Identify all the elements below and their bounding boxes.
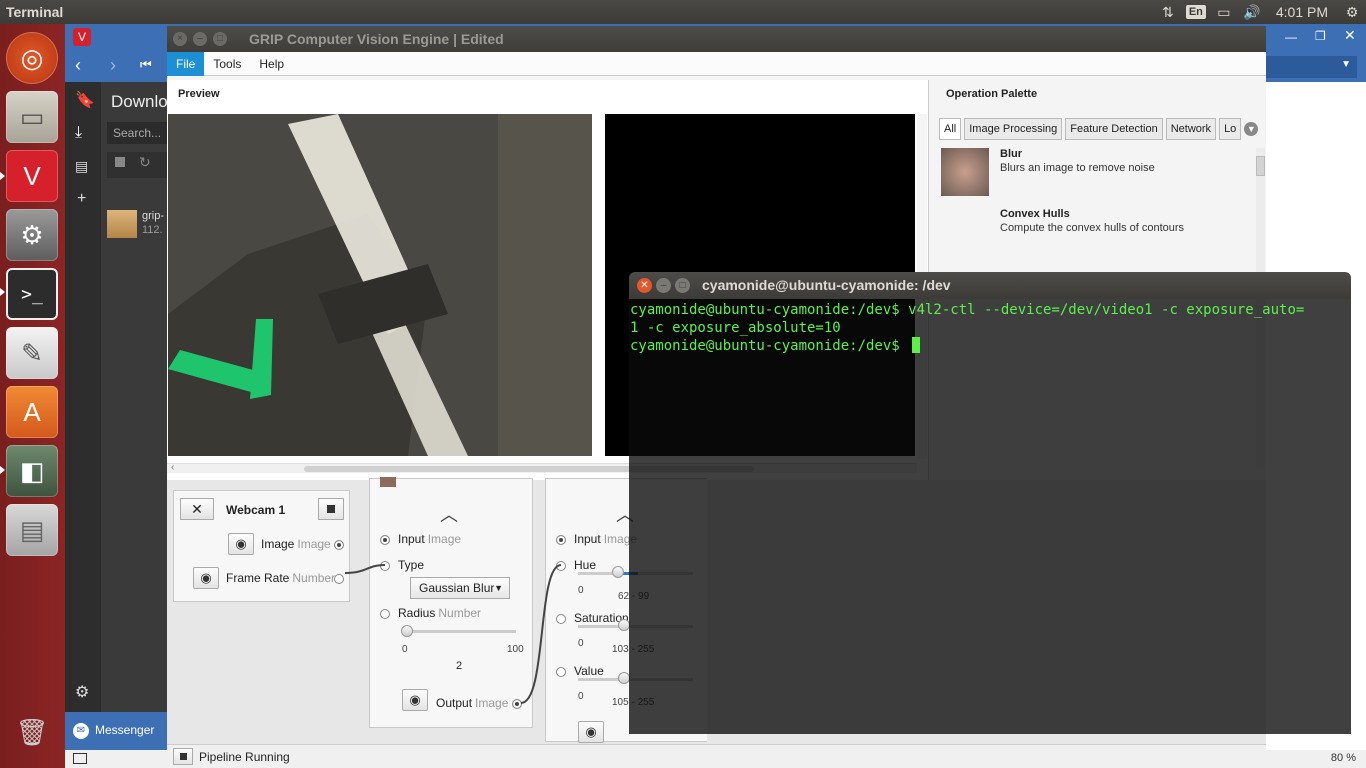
downloads-panel: Downlo Search... ↻ grip- 112. (101, 82, 168, 712)
window-title: GRIP Computer Vision Engine | Edited (249, 31, 504, 47)
tab-image-processing[interactable]: Image Processing (964, 118, 1063, 140)
stop-icon[interactable] (115, 157, 125, 167)
operation-name: Blur (1000, 148, 1022, 160)
menu-help[interactable]: Help (250, 52, 293, 76)
grip-statusbar: Pipeline Running (167, 744, 1266, 768)
close-icon[interactable]: ✕ (1344, 27, 1356, 44)
download-file-name[interactable]: grip- (142, 210, 164, 222)
panel-title: Downlo (111, 92, 168, 111)
settings-icon[interactable]: ⚙ (75, 682, 89, 702)
terminal-prompt-line: cyamonide@ubuntu-cyamonide:/dev$ (630, 337, 1350, 355)
top-panel: Terminal ⇅ En ▭ 🔊 4:01 PM ⚙ (0, 0, 1366, 24)
close-button[interactable]: × (173, 32, 187, 46)
maximize-icon[interactable]: ❐ (1315, 29, 1326, 43)
tab-logical[interactable]: Lo (1219, 118, 1242, 140)
terminal-cursor (912, 337, 921, 353)
palette-tabs: All Image Processing Feature Detection N… (939, 118, 1259, 140)
messenger-icon: ✉ (73, 723, 89, 739)
terminal-line: cyamonide@ubuntu-cyamonide:/dev$ v4l2-ct… (630, 302, 1305, 318)
cube-app-icon[interactable]: ◧ (6, 445, 58, 497)
download-file-size: 112. (142, 224, 163, 236)
rewind-icon[interactable]: ⏮ (140, 57, 152, 73)
maximize-icon[interactable]: □ (675, 278, 690, 293)
bookmark-icon[interactable]: 🔖 (75, 90, 95, 110)
downloads-search-input[interactable]: Search... (107, 122, 167, 144)
operation-blur[interactable]: Blur Blurs an image to remove noise (941, 146, 1251, 202)
minimize-button[interactable]: – (193, 32, 207, 46)
stop-icon (180, 753, 187, 760)
connection-blur-hsv (520, 564, 562, 704)
close-icon[interactable]: ✕ (637, 278, 652, 293)
back-icon[interactable]: ‹ (75, 55, 81, 76)
keyboard-language[interactable]: En (1182, 0, 1210, 24)
blur-thumbnail (941, 148, 989, 196)
preview-title: Preview (178, 88, 220, 100)
download-icon[interactable]: ⤓ (75, 124, 82, 142)
vivaldi-icon[interactable]: V (6, 150, 58, 202)
operation-convex-hulls[interactable]: Convex Hulls Compute the convex hulls of… (941, 206, 1251, 262)
text-editor-icon[interactable]: ✎ (6, 327, 58, 379)
terminal-titlebar: ✕ – □ cyamonide@ubuntu-cyamonide: /dev (629, 272, 1351, 299)
battery-icon[interactable]: ▭ (1210, 0, 1238, 24)
trash-icon[interactable]: 🗑 (6, 706, 58, 758)
power-gear-icon[interactable]: ⚙ (1338, 0, 1366, 24)
grip-titlebar: × – □ GRIP Computer Vision Engine | Edit… (167, 26, 1266, 52)
settings-icon[interactable]: ⚙ (6, 209, 58, 261)
chevron-down-icon: ▼ (1341, 59, 1351, 70)
address-dropdown[interactable]: ▼ (1265, 56, 1357, 78)
menu-bar: File Tools Help (167, 51, 1266, 76)
add-panel-icon[interactable]: + (77, 190, 86, 208)
webcam-preview-image (168, 114, 592, 456)
vivaldi-menu-icon[interactable]: V (73, 28, 91, 46)
ubuntu-dash-icon[interactable]: ◎ (6, 32, 58, 84)
notes-icon[interactable]: ▤ (75, 158, 88, 175)
tab-network[interactable]: Network (1165, 118, 1217, 140)
downloads-toolbar: ↻ (107, 152, 167, 178)
running-indicator (0, 172, 5, 180)
terminal-title: cyamonide@ubuntu-cyamonide: /dev (702, 277, 951, 293)
refresh-icon[interactable]: ↻ (139, 154, 151, 171)
connection-webcam-blur (344, 564, 386, 574)
palette-scroll-thumb[interactable] (1256, 156, 1265, 176)
minimize-icon[interactable]: — (1285, 30, 1297, 44)
maximize-button[interactable]: □ (213, 32, 227, 46)
operation-desc: Blurs an image to remove noise (1000, 162, 1155, 174)
software-center-icon[interactable]: A (6, 386, 58, 438)
terminal-line: 1 -c exposure_absolute=10 (630, 320, 841, 336)
tab-feature-detection[interactable]: Feature Detection (1065, 118, 1163, 140)
terminal-output[interactable]: cyamonide@ubuntu-cyamonide:/dev$ v4l2-ct… (629, 299, 1351, 734)
forward-icon[interactable]: › (110, 55, 116, 76)
minimize-icon[interactable]: – (656, 278, 671, 293)
files-icon[interactable]: ▭ (6, 91, 58, 143)
palette-title: Operation Palette (946, 88, 1038, 100)
terminal-prompt: cyamonide@ubuntu-cyamonide:/dev$ (630, 338, 909, 354)
terminal-window: ✕ – □ cyamonide@ubuntu-cyamonide: /dev c… (629, 272, 1351, 734)
messenger-panel-button[interactable]: ✉ Messenger (65, 712, 167, 750)
menu-file[interactable]: File (167, 51, 205, 76)
terminal-icon[interactable]: >_ (6, 268, 58, 320)
operation-name: Convex Hulls (1000, 208, 1070, 220)
tab-all[interactable]: All (939, 118, 962, 140)
messenger-label: Messenger (95, 723, 155, 737)
pipeline-status: Pipeline Running (199, 750, 290, 764)
package-icon (107, 210, 137, 238)
zoom-level[interactable]: 80 % (1331, 752, 1356, 764)
camera-scene (168, 114, 592, 456)
menu-tools[interactable]: Tools (204, 52, 250, 76)
running-indicator (0, 288, 5, 296)
browser-side-panel: 🔖 ⤓ ▤ + ⚙ (65, 82, 101, 712)
scroll-left-icon[interactable]: ‹ (171, 462, 174, 473)
volume-icon[interactable]: 🔊 (1238, 0, 1266, 24)
panel-toggle-icon[interactable] (73, 753, 87, 764)
network-icon[interactable]: ⇅ (1154, 0, 1182, 24)
active-app-title: Terminal (6, 4, 64, 20)
operation-desc: Compute the convex hulls of contours (1000, 222, 1185, 234)
unity-launcher: ◎ ▭ V ⚙ >_ ✎ A ◧ ▤ 🗑 (0, 24, 65, 768)
tabs-overflow-icon[interactable]: ▼ (1244, 122, 1259, 136)
running-indicator (0, 466, 5, 474)
stop-pipeline-button[interactable] (173, 748, 193, 765)
clock[interactable]: 4:01 PM (1266, 4, 1338, 20)
disk-icon[interactable]: ▤ (6, 504, 58, 556)
system-tray: ⇅ En ▭ 🔊 4:01 PM ⚙ (1154, 0, 1366, 24)
